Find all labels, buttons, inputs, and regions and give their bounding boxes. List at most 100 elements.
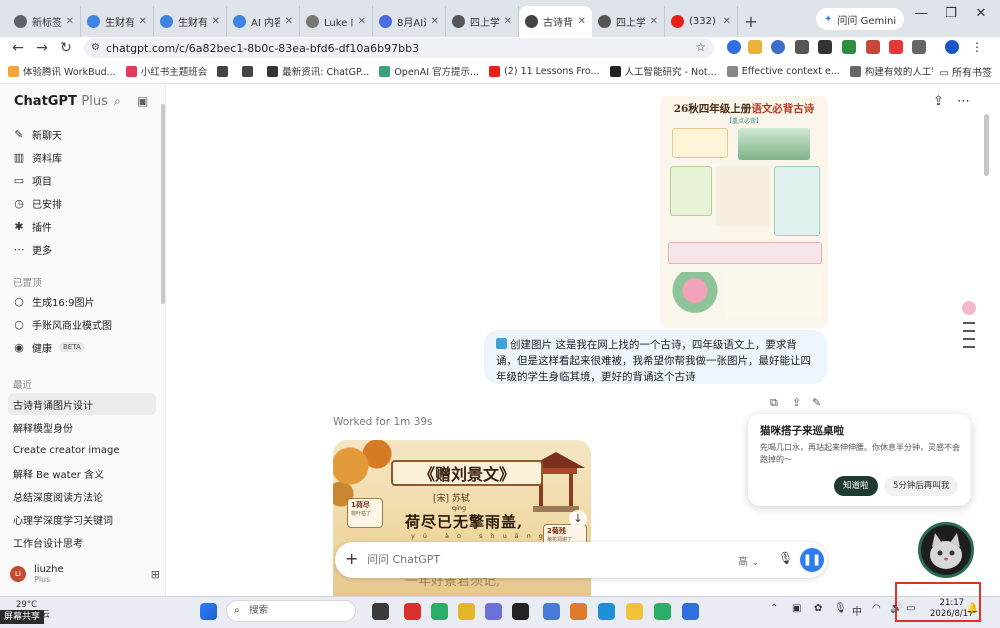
extension-icon[interactable] — [795, 40, 809, 54]
browser-tab[interactable]: 8月AI选 ✕ — [373, 6, 446, 37]
recent-chat-item[interactable]: Create creator image — [8, 439, 156, 461]
recent-chat-item[interactable]: 解释 Be water 含义 — [8, 462, 156, 484]
app-icon[interactable] — [543, 603, 560, 620]
all-bookmarks-folder[interactable]: ▭ 所有书签 — [933, 64, 992, 79]
taskbar-search[interactable]: ⌕ 搜索 — [226, 600, 356, 622]
sidebar-scrollbar[interactable] — [161, 104, 165, 304]
pinned-chat-item[interactable]: ○ 生成16:9图片 — [8, 290, 156, 312]
extension-icon[interactable] — [771, 40, 785, 54]
bookmark-item[interactable]: OpenAI 官方提示... — [379, 64, 479, 78]
close-tab-icon[interactable]: ✕ — [139, 16, 147, 27]
prompt-input[interactable] — [367, 553, 667, 566]
wechat-icon[interactable] — [654, 603, 671, 620]
file-explorer-icon[interactable] — [372, 603, 389, 620]
snooze-button[interactable]: 5分钟后再叫我 — [884, 476, 959, 496]
extension-icon[interactable] — [866, 40, 880, 54]
sidebar-item-plugin[interactable]: ✱ 插件 — [8, 215, 156, 237]
microphone-icon[interactable]: 🎙 — [778, 551, 793, 565]
bookmark-item[interactable]: 小红书主题班会 — [125, 64, 207, 78]
bookmark-item[interactable]: 体验腾讯 WorkBud... — [8, 64, 116, 78]
restore-icon[interactable]: ❐ — [936, 6, 966, 21]
bookmark-item[interactable] — [217, 65, 232, 77]
close-tab-icon[interactable]: ✕ — [578, 16, 586, 27]
close-tab-icon[interactable]: ✕ — [723, 16, 731, 27]
recent-chat-item[interactable]: 心理学深度学习关键词 — [8, 508, 156, 530]
extension-icon[interactable] — [818, 40, 832, 54]
copy-icon[interactable]: ⧉ — [770, 396, 778, 410]
chevron-up-icon[interactable]: ⌃ — [770, 603, 778, 614]
add-attachment-icon[interactable]: + — [345, 549, 358, 568]
wifi-icon[interactable]: ◠ — [872, 603, 881, 614]
browser-menu-icon[interactable]: ⋮ — [970, 40, 984, 54]
screen-share-indicator[interactable]: 屏幕共享 — [0, 610, 45, 624]
tray-app-icon[interactable]: ✿ — [814, 603, 822, 614]
close-tab-icon[interactable]: ✕ — [650, 16, 658, 27]
dismiss-button[interactable]: 知道啦 — [834, 476, 878, 496]
brand-title[interactable]: ChatGPT Plus — [14, 94, 108, 109]
search-app-icon[interactable] — [570, 603, 587, 620]
bookmark-item[interactable]: (2) 11 Lessons Fro... — [489, 65, 600, 77]
app-icon[interactable] — [485, 603, 502, 620]
cat-pet-avatar[interactable] — [918, 522, 974, 578]
openai-icon[interactable] — [512, 603, 529, 620]
browser-tab[interactable]: 生财有 ✕ — [154, 6, 227, 37]
start-icon[interactable] — [200, 603, 217, 620]
close-window-icon[interactable]: ✕ — [966, 6, 996, 21]
browser-tab[interactable]: 四上学 ✕ — [446, 6, 519, 37]
pinned-chat-item[interactable]: ◉ 健康 BETA — [8, 336, 156, 358]
recent-chat-item[interactable]: 古诗背诵图片设计 — [8, 393, 156, 415]
recent-chat-item[interactable]: 工作台设计思考 — [8, 531, 156, 553]
new-tab-icon[interactable]: + — [738, 6, 764, 37]
uploaded-poster-image[interactable]: 26秋四年级上册语文必背古诗 【重点必背】 — [660, 96, 828, 328]
edge-icon[interactable] — [598, 603, 615, 620]
sidebar-item-folder[interactable]: ▭ 项目 — [8, 169, 156, 191]
reload-icon[interactable]: ↻ — [54, 40, 78, 56]
sidebar-item-more[interactable]: ⋯ 更多 — [8, 238, 156, 260]
edit-message-icon[interactable]: ✎ — [812, 396, 821, 409]
scroll-down-icon[interactable]: ↓ — [569, 510, 587, 528]
url-field[interactable]: ⚙ chatgpt.com/c/6a82bec1-8b0c-83ea-bfd6-… — [84, 38, 714, 58]
sidebar-item-library[interactable]: ▥ 资料库 — [8, 146, 156, 168]
sidebar-toggle-icon[interactable]: ▣ — [137, 94, 148, 108]
bookmark-item[interactable]: 人工智能研究 - Not... — [609, 64, 717, 78]
more-options-icon[interactable]: ⋯ — [957, 94, 970, 109]
bookmark-item[interactable] — [242, 65, 257, 77]
close-tab-icon[interactable]: ✕ — [285, 16, 293, 27]
recent-chat-item[interactable]: 解释模型身份 — [8, 416, 156, 438]
tray-app-icon[interactable]: ▣ — [792, 603, 801, 614]
gift-icon[interactable]: ⊞ — [151, 568, 160, 581]
browser-tab[interactable]: AI 内容 ✕ — [227, 6, 300, 37]
recent-chat-item[interactable]: 总结深度阅读方法论 — [8, 485, 156, 507]
floating-tool-icons[interactable] — [960, 300, 978, 360]
share-message-icon[interactable]: ⇪ — [792, 396, 801, 409]
sidebar-item-edit[interactable]: ✎ 新聊天 — [8, 123, 156, 145]
search-icon[interactable]: ⌕ — [114, 94, 121, 109]
extension-icon[interactable] — [889, 40, 903, 54]
close-tab-icon[interactable]: ✕ — [212, 16, 220, 27]
close-tab-icon[interactable]: ✕ — [66, 16, 74, 27]
extension-icon[interactable] — [842, 40, 856, 54]
site-info-icon[interactable]: ⚙ — [91, 42, 100, 53]
extension-icon[interactable] — [748, 40, 762, 54]
folder-icon[interactable] — [626, 603, 643, 620]
share-icon[interactable]: ⇪ — [933, 94, 944, 109]
browser-tab[interactable]: 古诗背 ✕ — [519, 6, 592, 37]
input-method-label[interactable]: 中 — [852, 603, 862, 618]
profile-icon[interactable] — [945, 40, 959, 54]
worked-duration[interactable]: Worked for 1m 39s — [333, 416, 433, 428]
back-icon[interactable]: ← — [6, 40, 30, 56]
close-tab-icon[interactable]: ✕ — [358, 16, 366, 27]
pinned-chat-item[interactable]: ○ 手账风商业模式图 — [8, 313, 156, 335]
bookmark-item[interactable]: Effective context e... — [726, 65, 840, 77]
bookmark-star-icon[interactable]: ☆ — [695, 40, 706, 54]
minimize-icon[interactable]: — — [906, 6, 936, 21]
extension-icon[interactable] — [727, 40, 741, 54]
browser-tab[interactable]: 生财有 ✕ — [81, 6, 154, 37]
close-tab-icon[interactable]: ✕ — [431, 16, 439, 27]
forward-icon[interactable]: → — [30, 40, 54, 56]
sidebar-item-clock[interactable]: ◷ 已安排 — [8, 192, 156, 214]
main-scrollbar[interactable] — [984, 114, 989, 176]
bookmark-item[interactable]: 最新资讯: ChatGP... — [267, 64, 369, 78]
voice-mode-button[interactable]: ❚❚ — [800, 548, 824, 572]
browser-tab[interactable]: 新标签 ✕ — [8, 6, 81, 37]
